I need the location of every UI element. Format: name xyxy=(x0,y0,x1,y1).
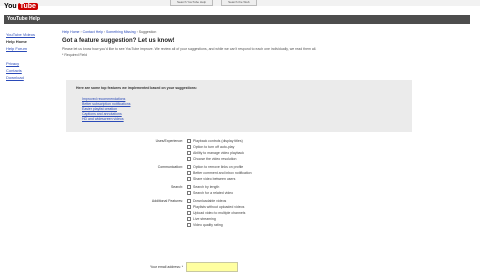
required-note: * Required Field xyxy=(62,53,88,57)
checkbox[interactable] xyxy=(187,157,191,161)
option-list: Downloadable videos Playlists without up… xyxy=(187,198,245,228)
checkbox[interactable] xyxy=(187,171,191,175)
sidebar-item-videos[interactable]: YouTube Videos xyxy=(6,31,50,38)
group-label: Communication: xyxy=(157,165,183,169)
checkbox[interactable] xyxy=(187,223,191,227)
option-label: Better comment and inbox notification xyxy=(193,171,252,175)
group-label: Uses/Experience: xyxy=(155,139,183,143)
group-label: Search: xyxy=(170,185,183,189)
search-help-button[interactable]: Search YouTube Help xyxy=(170,0,214,6)
option-row[interactable]: Share video between users xyxy=(187,176,252,182)
group-search: Search: Search by length Search for a re… xyxy=(140,184,440,196)
breadcrumb-contact-help[interactable]: Contact Help xyxy=(83,30,103,34)
sidebar-item-help-forum[interactable]: Help Forum xyxy=(6,45,50,52)
tips-heading: Here are some top features we implemente… xyxy=(76,86,197,90)
option-label: Downloadable videos xyxy=(193,199,227,203)
intro-text: Please let us know how you'd like to see… xyxy=(62,47,317,51)
option-label: Share video between users xyxy=(193,177,236,181)
sidebar-item-privacy[interactable]: Privacy xyxy=(6,60,50,67)
tips-list: Improved recommendations Better subscrip… xyxy=(82,97,130,122)
group-communication: Communication: Option to remove links on… xyxy=(140,164,440,182)
checkbox[interactable] xyxy=(187,211,191,215)
logo-tube-text: Tube xyxy=(17,3,38,10)
sidebar-item-download[interactable]: Download xyxy=(6,74,50,81)
email-row: Your email address: * xyxy=(150,262,239,272)
checkbox[interactable] xyxy=(187,145,191,149)
main-content: Help Home › Contact Help › Something Mis… xyxy=(62,30,470,57)
tips-box: Here are some top features we implemente… xyxy=(66,80,412,132)
checkbox[interactable] xyxy=(187,151,191,155)
checkbox[interactable] xyxy=(187,177,191,181)
option-row[interactable]: Video quality rating xyxy=(187,222,245,228)
checkbox[interactable] xyxy=(187,205,191,209)
youtube-logo[interactable]: You Tube xyxy=(4,3,38,10)
email-label: Your email address: * xyxy=(150,265,184,269)
checkbox[interactable] xyxy=(187,217,191,221)
option-label: Search by length xyxy=(193,185,220,189)
header-bar: YouTube Help xyxy=(4,15,470,24)
breadcrumb-separator: › xyxy=(103,30,106,34)
option-list: Option to remove links on profile Better… xyxy=(187,164,252,182)
breadcrumb-separator: › xyxy=(80,30,82,34)
tip-link[interactable]: HD and widescreen videos xyxy=(82,117,130,122)
option-label: Playback controls (display titles) xyxy=(193,139,243,143)
email-field[interactable] xyxy=(186,262,239,272)
breadcrumb-current: Suggestion xyxy=(138,30,157,34)
sidebar-item-contacts[interactable]: Contacts xyxy=(6,67,50,74)
option-label: Playlists without uploaded videos xyxy=(193,205,245,209)
checkbox[interactable] xyxy=(187,185,191,189)
checkbox[interactable] xyxy=(187,191,191,195)
suggestion-form: Uses/Experience: Playback controls (disp… xyxy=(140,138,440,230)
option-label: Video quality rating xyxy=(193,223,223,227)
option-label: Ability to manage video playback xyxy=(193,151,244,155)
option-label: Choose the video resolution xyxy=(193,157,237,161)
group-additional-features: Additional Features: Downloadable videos… xyxy=(140,198,440,228)
option-label: Search for a related video xyxy=(193,191,234,195)
breadcrumb-separator: › xyxy=(136,30,138,34)
breadcrumb: Help Home › Contact Help › Something Mis… xyxy=(62,30,470,34)
option-list: Search by length Search for a related vi… xyxy=(187,184,233,196)
breadcrumb-help-home[interactable]: Help Home xyxy=(62,30,80,34)
checkbox[interactable] xyxy=(187,165,191,169)
breadcrumb-something-missing[interactable]: Something Missing xyxy=(106,30,136,34)
group-uses-experience: Uses/Experience: Playback controls (disp… xyxy=(140,138,440,162)
sidebar-item-help-home[interactable]: Help Home xyxy=(6,38,50,45)
search-web-button[interactable]: Search the Web xyxy=(221,0,257,6)
top-search-buttons: Search YouTube Help Search the Web xyxy=(170,0,257,6)
option-label: Upload video to multiple channels xyxy=(193,211,246,215)
checkbox[interactable] xyxy=(187,139,191,143)
sidebar: YouTube Videos Help Home Help Forum Priv… xyxy=(6,31,50,81)
option-label: Live streaming xyxy=(193,217,216,221)
option-row[interactable]: Choose the video resolution xyxy=(187,156,244,162)
option-label: Option to turn off auto-play xyxy=(193,145,235,149)
page-title: Got a feature suggestion? Let us know! xyxy=(62,38,175,44)
group-label: Additional Features: xyxy=(151,199,183,203)
checkbox[interactable] xyxy=(187,199,191,203)
option-row[interactable]: Search for a related video xyxy=(187,190,233,196)
logo-you-text: You xyxy=(4,3,17,10)
option-label: Option to remove links on profile xyxy=(193,165,244,169)
option-list: Playback controls (display titles) Optio… xyxy=(187,138,244,162)
header-title: YouTube Help xyxy=(7,16,40,22)
